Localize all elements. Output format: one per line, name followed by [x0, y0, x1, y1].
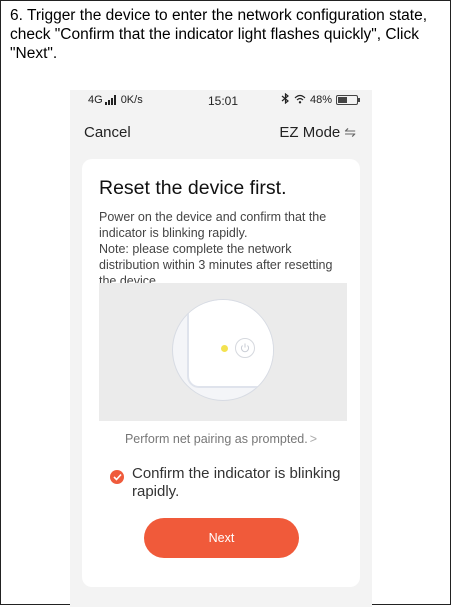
note-text: Note: please complete the network distri… [99, 242, 333, 288]
device-illustration [99, 283, 347, 421]
indicator-light-icon [221, 345, 228, 352]
confirm-label: Confirm the indicator is blinking rapidl… [132, 465, 341, 500]
ez-mode-label: EZ Mode [279, 124, 341, 141]
network-type: 4G [88, 94, 103, 106]
frame-top-border [0, 0, 451, 1]
wifi-icon [294, 94, 306, 107]
signal-icon [104, 95, 116, 105]
cancel-button[interactable]: Cancel [84, 124, 131, 141]
nav-bar: Cancel EZ Mode ⇋ [70, 112, 372, 156]
battery-icon [336, 95, 360, 105]
power-icon [235, 338, 255, 358]
net-pairing-prompt-link[interactable]: Perform net pairing as prompted. > [82, 432, 360, 446]
phone-screen: 4G 0K/s 15:01 48% Cancel EZ Mode ⇋ Reset… [70, 90, 372, 607]
checkmark-icon[interactable] [110, 470, 124, 484]
status-bar: 4G 0K/s 15:01 48% [70, 90, 372, 112]
status-time: 15:01 [208, 94, 239, 108]
swap-icon: ⇋ [344, 124, 356, 140]
next-button[interactable]: Next [144, 518, 299, 558]
description-text: Power on the device and confirm that the… [99, 210, 327, 240]
status-right: 48% [281, 92, 360, 107]
card-description: Power on the device and confirm that the… [99, 209, 349, 289]
battery-percent: 48% [309, 94, 332, 106]
chevron-right-icon: > [309, 432, 318, 446]
network-speed: 0K/s [120, 94, 143, 106]
ez-mode-switch[interactable]: EZ Mode ⇋ [279, 124, 356, 141]
status-left: 4G 0K/s [88, 94, 143, 106]
prompt-link-label: Perform net pairing as prompted. [124, 432, 308, 446]
reset-card: Reset the device first. Power on the dev… [82, 159, 360, 587]
bluetooth-icon [281, 92, 290, 107]
card-title: Reset the device first. [99, 177, 287, 199]
device-body [187, 300, 273, 388]
device-zoom-circle [172, 299, 274, 401]
instruction-text: 6. Trigger the device to enter the netwo… [10, 7, 428, 62]
